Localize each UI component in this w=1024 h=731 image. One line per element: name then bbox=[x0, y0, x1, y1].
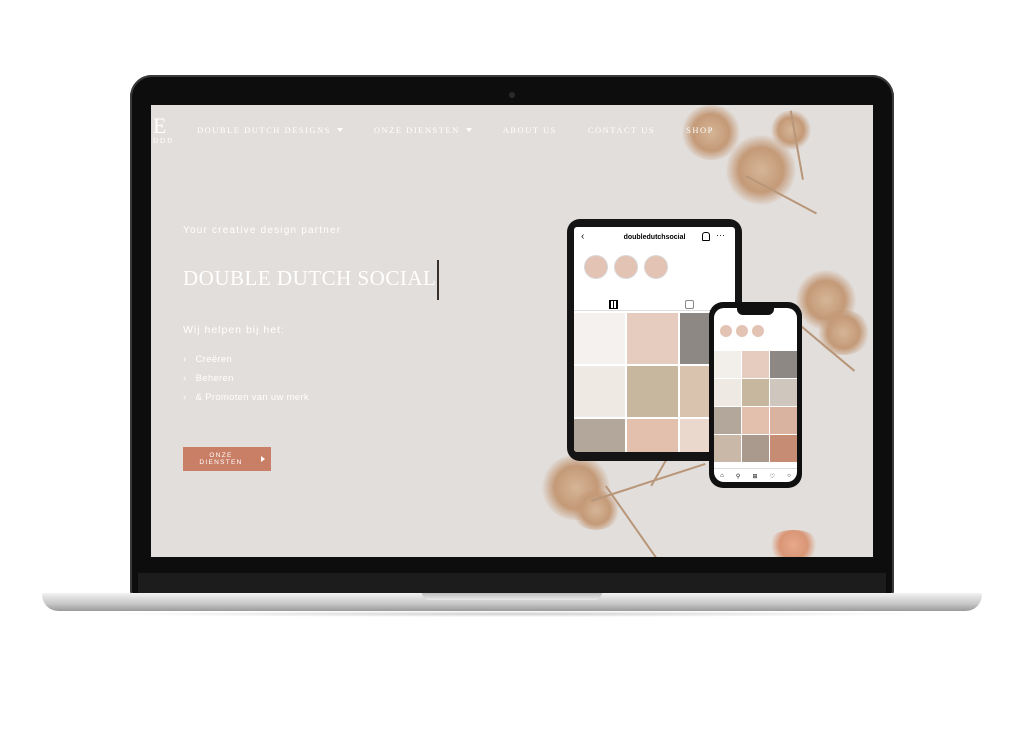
list-item-label: & Promoten van uw merk bbox=[195, 392, 309, 403]
play-arrow-icon bbox=[261, 456, 265, 462]
story-highlight bbox=[614, 255, 638, 279]
story-highlight bbox=[752, 325, 764, 337]
tagged-icon bbox=[685, 300, 694, 309]
story-highlight bbox=[720, 325, 732, 337]
post-thumbnail bbox=[770, 379, 797, 406]
post-thumbnail bbox=[574, 313, 625, 364]
nav-label: DOUBLE DUTCH DESIGNS bbox=[197, 125, 331, 135]
search-icon: ⚲ bbox=[735, 473, 741, 480]
text-cursor bbox=[437, 260, 439, 300]
laptop-shadow bbox=[90, 611, 934, 617]
hero-intro: Wij helpen bij het: bbox=[183, 324, 285, 336]
post-thumbnail bbox=[770, 407, 797, 434]
post-thumbnail bbox=[574, 419, 625, 452]
post-thumbnail bbox=[627, 419, 678, 452]
post-thumbnail bbox=[742, 407, 769, 434]
nav-label: SHOP bbox=[686, 125, 714, 135]
chevron-right-icon: › bbox=[183, 392, 187, 403]
phone-bottom-nav: ⌂ ⚲ ⊞ ♡ ○ bbox=[714, 468, 797, 482]
post-thumbnail bbox=[714, 435, 741, 462]
logo-subtext: DDD bbox=[153, 137, 175, 145]
cta-label: ONZE DIENSTEN bbox=[199, 452, 243, 466]
instagram-username: doubledutchsocial bbox=[623, 233, 686, 241]
nav-label: ONZE DIENSTEN bbox=[373, 125, 460, 135]
nav-item-contact-us[interactable]: CONTACT US bbox=[588, 125, 655, 135]
caret-down-icon bbox=[336, 128, 343, 132]
grid-icon bbox=[609, 300, 618, 309]
caret-down-icon bbox=[465, 128, 472, 132]
logo-letter: E bbox=[153, 113, 168, 138]
more-icon: ··· bbox=[716, 230, 725, 240]
chevron-right-icon: › bbox=[183, 373, 187, 384]
main-navigation: DOUBLE DUTCH DESIGNS ONZE DIENSTEN ABOUT… bbox=[197, 125, 745, 135]
bell-icon bbox=[702, 232, 710, 241]
hero-headline: DOUBLE DUTCH SOCIAL bbox=[183, 266, 437, 290]
list-item: › & Promoten van uw merk bbox=[183, 388, 309, 407]
post-thumbnail bbox=[770, 435, 797, 462]
hero-tagline: Your creative design partner bbox=[183, 225, 342, 236]
post-thumbnail bbox=[714, 407, 741, 434]
nav-item-double-dutch-designs[interactable]: DOUBLE DUTCH DESIGNS bbox=[197, 125, 343, 135]
post-thumbnail bbox=[742, 351, 769, 378]
post-thumbnail bbox=[770, 351, 797, 378]
laptop-chin bbox=[138, 573, 886, 593]
phone-mockup: ⌂ ⚲ ⊞ ♡ ○ bbox=[709, 302, 802, 488]
nav-label: ABOUT US bbox=[502, 125, 557, 135]
nav-label: CONTACT US bbox=[587, 125, 656, 135]
post-thumbnail bbox=[714, 351, 741, 378]
site-logo[interactable]: E DDD bbox=[153, 113, 174, 145]
list-item-label: Creëren bbox=[195, 354, 233, 365]
heart-icon: ♡ bbox=[769, 473, 776, 480]
story-highlight bbox=[736, 325, 748, 337]
chevron-right-icon: › bbox=[183, 354, 187, 365]
post-thumbnail bbox=[742, 379, 769, 406]
add-icon: ⊞ bbox=[752, 473, 758, 480]
website-screen: E DDD DOUBLE DUTCH DESIGNS ONZE DIENSTEN… bbox=[151, 105, 873, 557]
list-item: › Beheren bbox=[183, 369, 309, 388]
post-thumbnail bbox=[574, 366, 625, 417]
onze-diensten-button[interactable]: ONZE DIENSTEN bbox=[183, 447, 271, 471]
services-list: › Creëren › Beheren › & Promoten van uw … bbox=[183, 350, 309, 407]
nav-item-about-us[interactable]: ABOUT US bbox=[503, 125, 557, 135]
list-item: › Creëren bbox=[183, 350, 309, 369]
nav-item-shop[interactable]: SHOP bbox=[686, 125, 714, 135]
post-thumbnail bbox=[742, 435, 769, 462]
post-thumbnail bbox=[714, 379, 741, 406]
post-thumbnail bbox=[627, 313, 678, 364]
story-highlight bbox=[584, 255, 608, 279]
post-thumbnail bbox=[627, 366, 678, 417]
instagram-phone-screen: ⌂ ⚲ ⊞ ♡ ○ bbox=[714, 308, 797, 482]
phone-notch bbox=[737, 308, 774, 315]
profile-icon: ○ bbox=[787, 473, 791, 479]
nav-item-onze-diensten[interactable]: ONZE DIENSTEN bbox=[374, 125, 472, 135]
home-icon: ⌂ bbox=[720, 473, 724, 479]
laptop-notch bbox=[422, 593, 602, 600]
story-highlight bbox=[644, 255, 668, 279]
list-item-label: Beheren bbox=[195, 373, 234, 384]
webcam bbox=[509, 92, 515, 98]
